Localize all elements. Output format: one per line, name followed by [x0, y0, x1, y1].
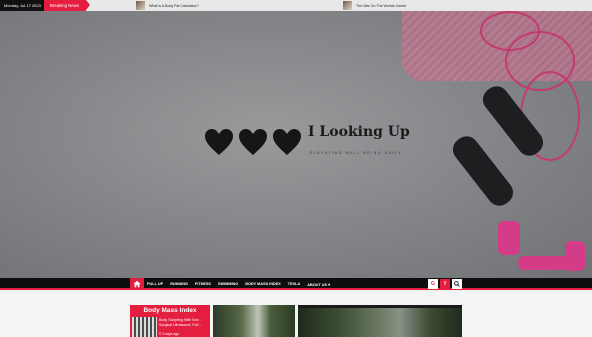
- body-mass-index-widget: Body Mass Index Body Sculpting With Non …: [130, 305, 210, 337]
- google-icon[interactable]: G: [428, 279, 438, 289]
- ticker-title[interactable]: What is A Body Fat Calculator?: [149, 4, 199, 8]
- jump-rope-handle-image: [448, 131, 518, 211]
- heart-icon: [239, 129, 267, 155]
- widget-post-date: © 3 days ago: [159, 332, 180, 336]
- ticker-thumbnail[interactable]: [136, 1, 145, 10]
- ticker-title[interactable]: The War On The Worlds Center: [356, 4, 406, 8]
- top-bar: Monday, Jul 17 2023 Breaking News: [0, 0, 592, 11]
- widget-post-thumbnail[interactable]: [132, 317, 157, 337]
- nav-item-texla[interactable]: TEXLA: [288, 282, 300, 286]
- post-card-image[interactable]: [213, 305, 295, 337]
- post-card-overlay: [298, 305, 462, 308]
- ticker-item[interactable]: The War On The Worlds Center: [343, 1, 406, 10]
- nav-item-about-us[interactable]: ABOUT US ▾: [307, 282, 330, 287]
- nav-item-running[interactable]: RUNNING: [170, 282, 188, 286]
- nav-item-label: ABOUT US: [307, 282, 328, 287]
- hero-header: I Looking Up ELEVATING WELL BEING DAILY: [0, 11, 592, 280]
- nav-item-body-mass-index[interactable]: BODY MASS INDEX: [245, 282, 281, 286]
- widget-post-title[interactable]: Body Sculpting With Non Surgical Ultraso…: [159, 318, 207, 327]
- ticker-thumbnail[interactable]: [343, 1, 352, 10]
- search-glyph-icon: [454, 281, 460, 287]
- widget-title[interactable]: Body Mass Index: [130, 307, 210, 314]
- main-navigation: PULL UP RUNNING FITNESS SWIMMING BODY MA…: [0, 278, 592, 290]
- site-tagline: ELEVATING WELL BEING DAILY: [310, 151, 403, 155]
- site-logo[interactable]: [204, 128, 302, 156]
- chevron-down-icon: ▾: [328, 282, 331, 287]
- content-area: Body Mass Index Body Sculpting With Non …: [0, 292, 592, 337]
- dumbbell-image: [498, 221, 520, 255]
- site-title[interactable]: I Looking Up: [308, 124, 410, 140]
- dumbbell-image: [565, 241, 585, 271]
- breaking-news-label: Breaking News: [44, 0, 90, 11]
- facebook-icon[interactable]: f: [440, 279, 450, 289]
- search-icon[interactable]: [452, 279, 462, 289]
- rope-image: [480, 11, 540, 51]
- ticker-item[interactable]: What is A Body Fat Calculator?: [136, 1, 199, 10]
- home-button[interactable]: [130, 278, 144, 290]
- heart-icon: [205, 129, 233, 155]
- heart-icon: [273, 129, 301, 155]
- nav-item-pull-up[interactable]: PULL UP: [147, 282, 163, 286]
- post-card-image[interactable]: [298, 305, 462, 337]
- nav-item-fitness[interactable]: FITNESS: [195, 282, 211, 286]
- home-icon: [133, 280, 141, 288]
- current-date: Monday, Jul 17 2023: [0, 0, 44, 11]
- nav-item-swimming[interactable]: SWIMMING: [218, 282, 238, 286]
